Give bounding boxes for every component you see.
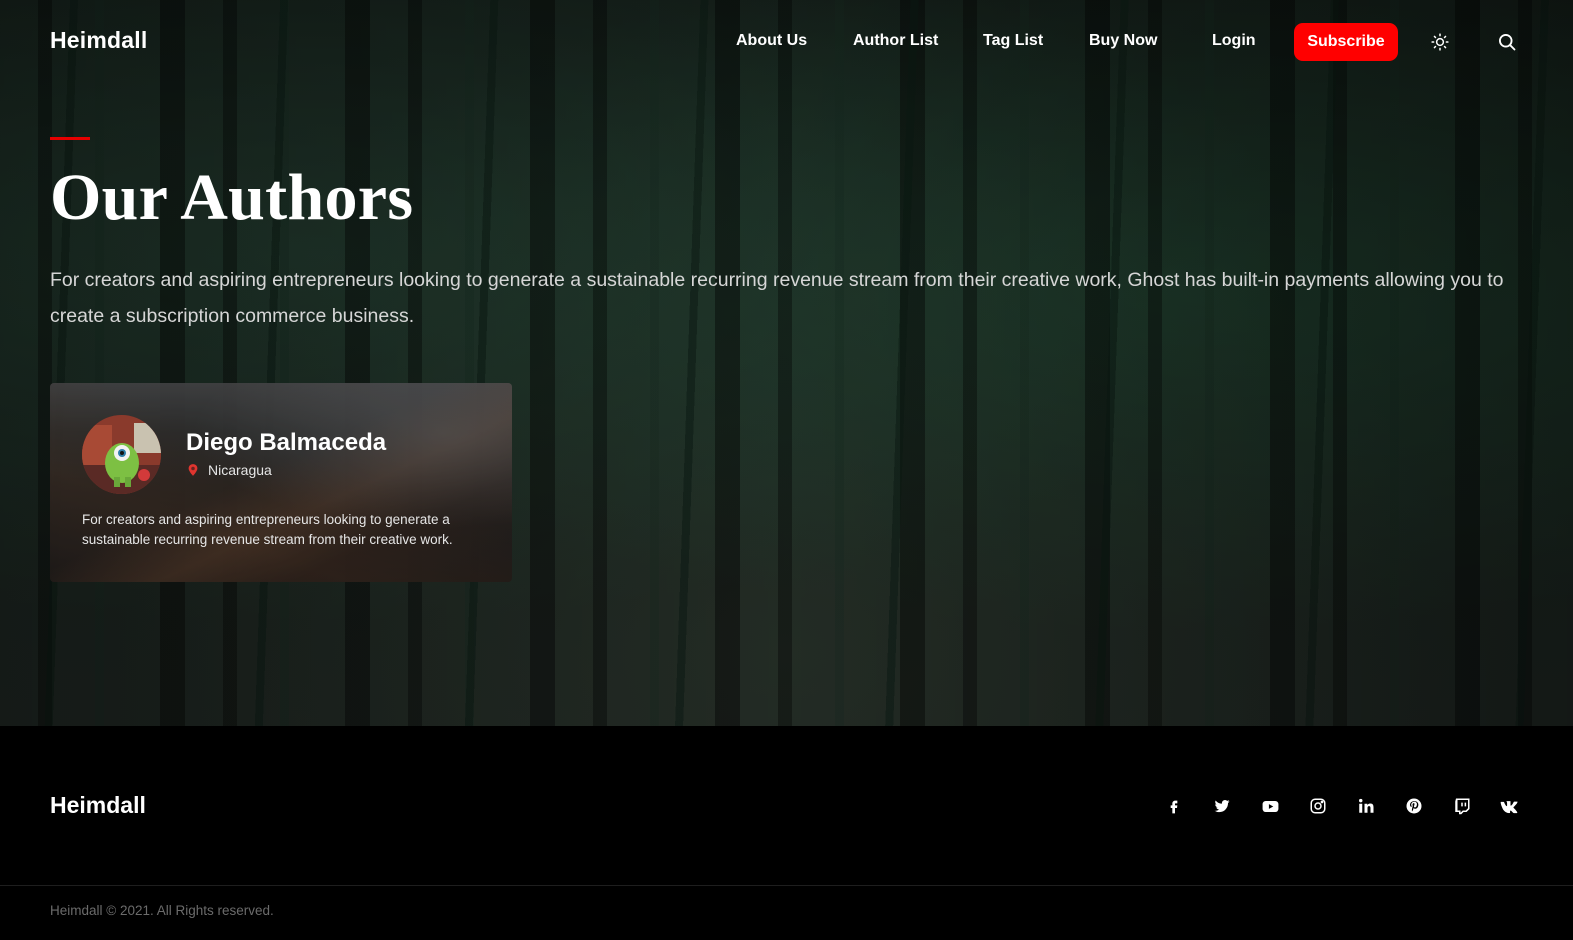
- instagram-icon[interactable]: [1307, 795, 1329, 817]
- hero-section: Heimdall About Us Author List Tag List B…: [0, 0, 1573, 726]
- author-bio: For creators and aspiring entrepreneurs …: [82, 512, 453, 547]
- nav-login[interactable]: Login: [1212, 32, 1256, 50]
- author-location: Nicaragua: [186, 462, 272, 478]
- search-icon[interactable]: [1495, 30, 1519, 54]
- footer-divider: [0, 885, 1573, 886]
- twitch-icon[interactable]: [1451, 795, 1473, 817]
- title-accent-line: [50, 137, 90, 140]
- author-name[interactable]: Diego Balmaceda: [186, 429, 386, 457]
- nav-tag-list[interactable]: Tag List: [983, 32, 1043, 50]
- site-header: Heimdall About Us Author List Tag List B…: [0, 0, 1573, 84]
- linkedin-icon[interactable]: [1355, 795, 1377, 817]
- nav-about-us[interactable]: About Us: [736, 32, 807, 50]
- author-location-text: Nicaragua: [208, 462, 272, 478]
- twitter-icon[interactable]: [1211, 795, 1233, 817]
- map-pin-icon: [186, 463, 200, 477]
- facebook-icon[interactable]: [1163, 795, 1185, 817]
- hero-overlay: [0, 0, 1573, 726]
- subscribe-button[interactable]: Subscribe: [1294, 23, 1398, 61]
- sun-icon[interactable]: [1428, 30, 1452, 54]
- avatar[interactable]: [82, 415, 161, 494]
- youtube-icon[interactable]: [1259, 795, 1281, 817]
- page-title: Our Authors: [50, 161, 414, 234]
- nav-author-list[interactable]: Author List: [853, 32, 938, 50]
- copyright-text: Heimdall © 2021. All Rights reserved.: [50, 903, 274, 918]
- footer-logo[interactable]: Heimdall: [50, 792, 146, 819]
- author-card[interactable]: Diego Balmaceda Nicaragua For creators a…: [50, 383, 512, 582]
- site-logo[interactable]: Heimdall: [50, 27, 147, 54]
- site-footer: Heimdall Heimdall © 2021. All Rights res…: [0, 726, 1573, 940]
- pinterest-icon[interactable]: [1403, 795, 1425, 817]
- page-description: For creators and aspiring entrepreneurs …: [50, 269, 1504, 327]
- vk-icon[interactable]: [1498, 795, 1520, 817]
- nav-buy-now[interactable]: Buy Now: [1089, 32, 1157, 50]
